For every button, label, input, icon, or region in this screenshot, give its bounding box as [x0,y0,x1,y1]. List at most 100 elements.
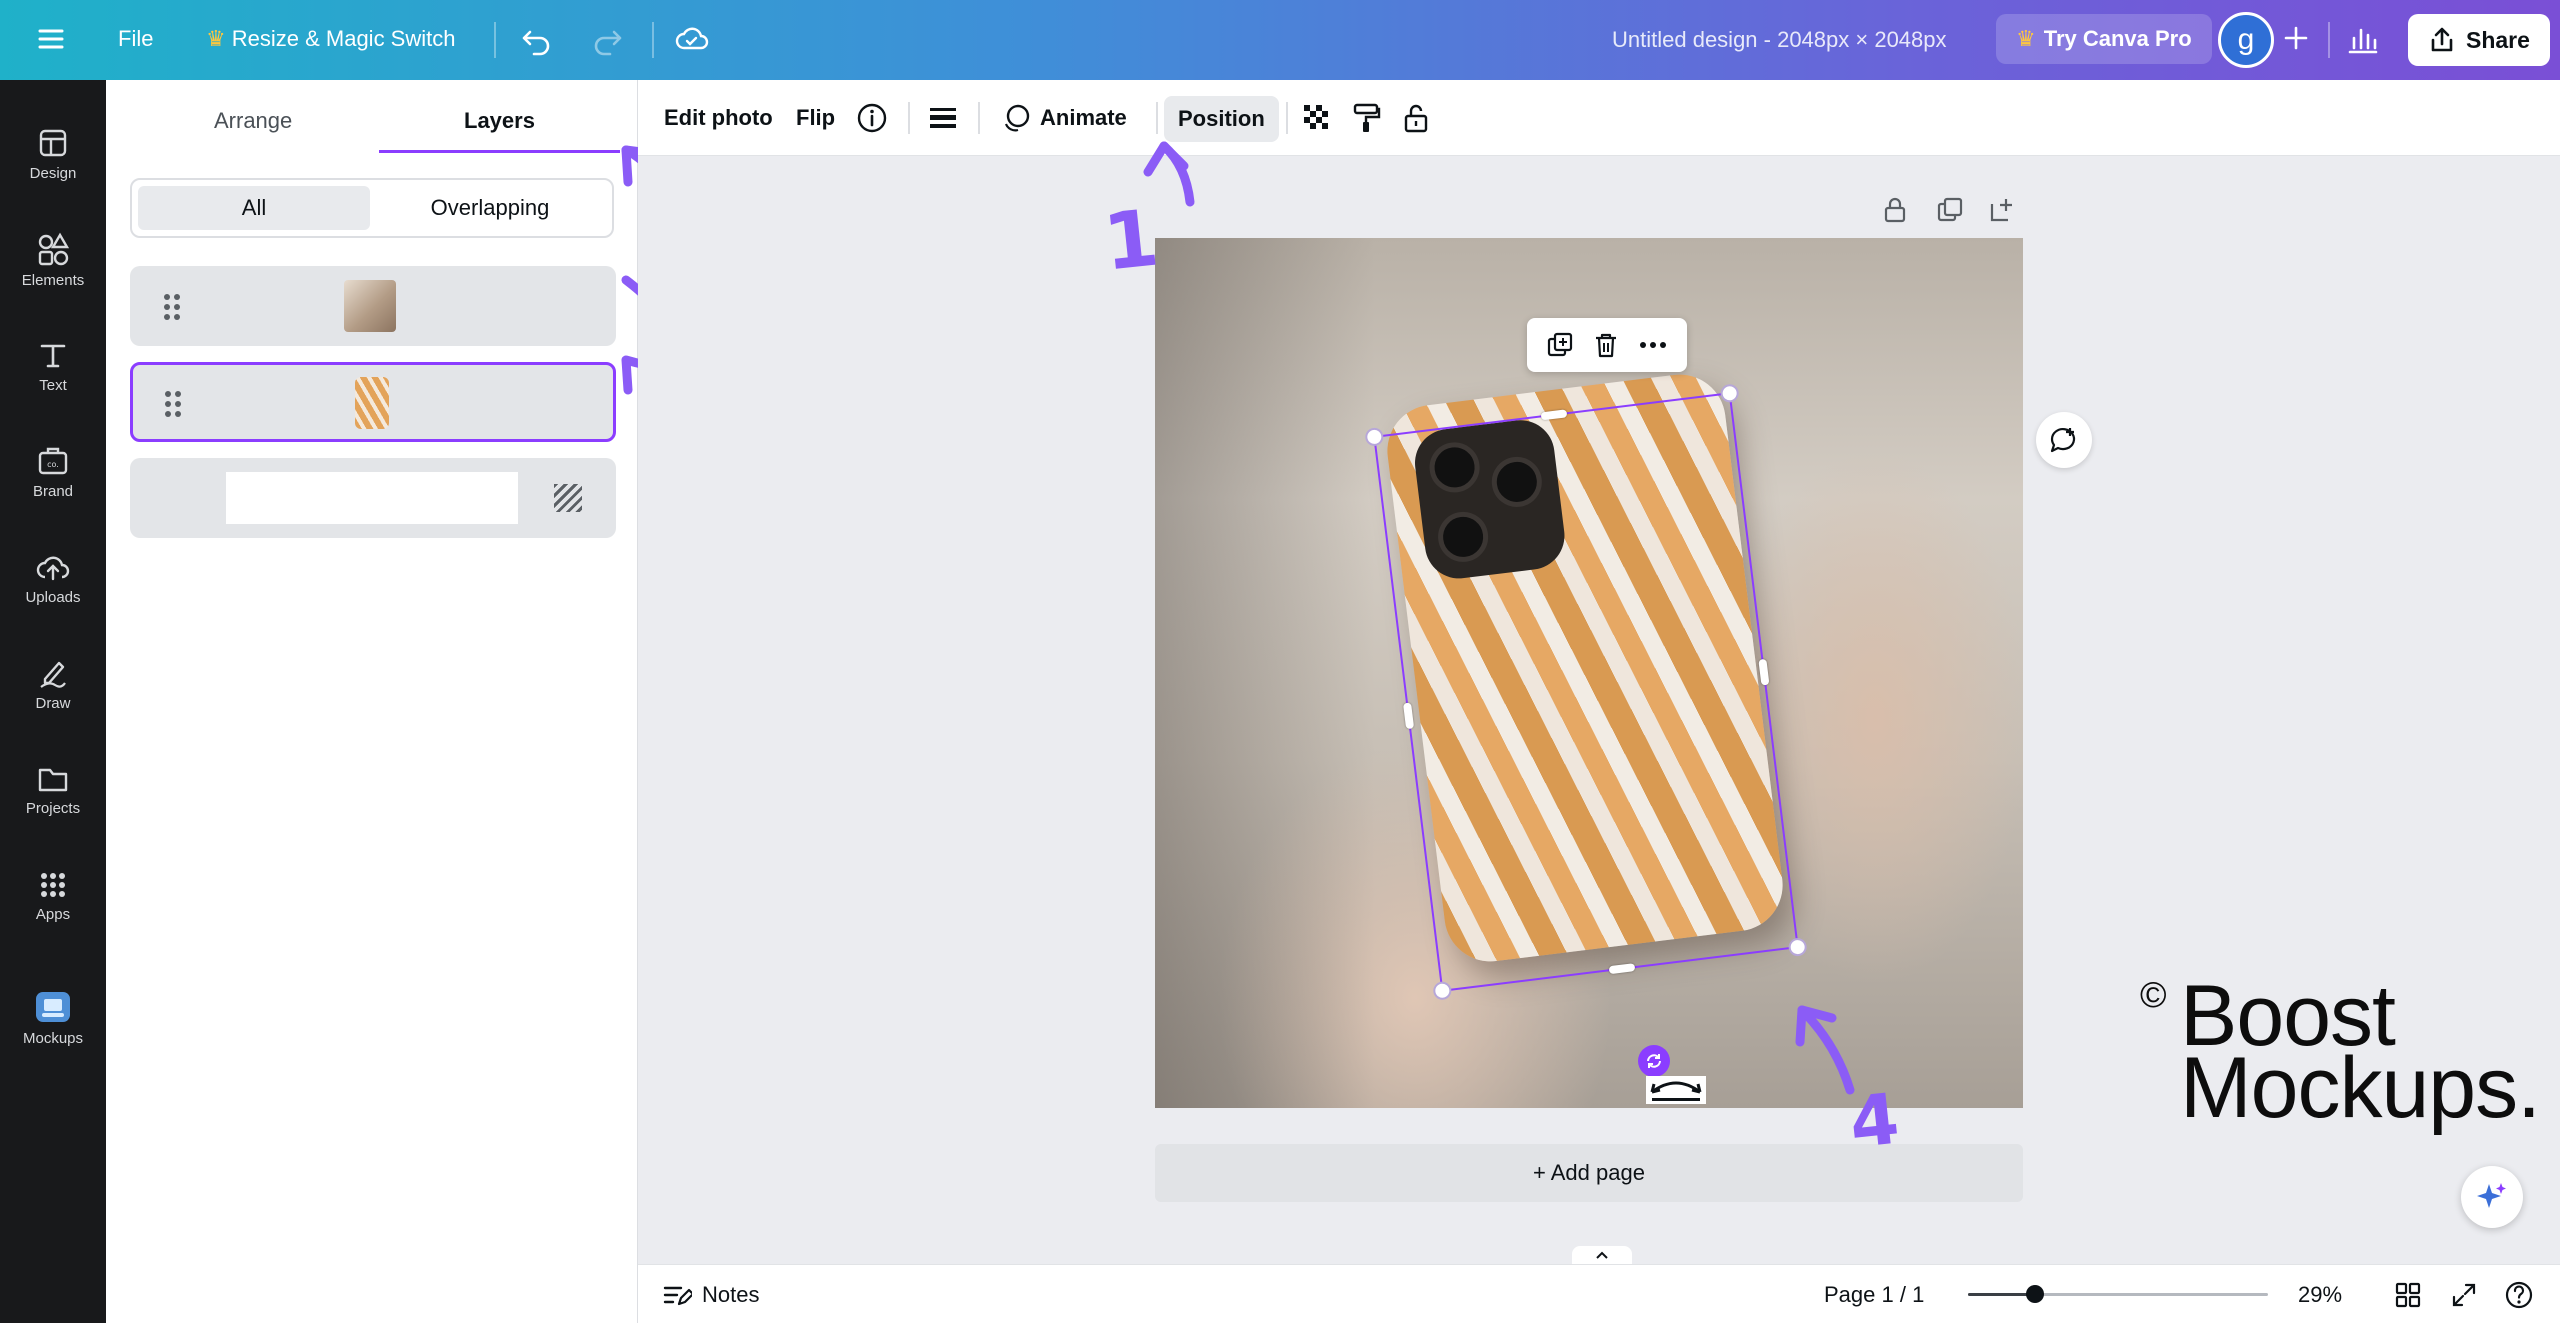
apps-icon [41,872,65,897]
text-icon [40,344,66,367]
draw-icon [40,661,66,688]
more-options-icon[interactable] [1638,340,1668,350]
elements-icon [38,232,70,265]
info-icon[interactable] [856,80,888,156]
rail-item-elements[interactable]: Elements [0,212,106,308]
rail-label: Draw [35,694,71,712]
magic-assistant-button[interactable] [2461,1166,2523,1228]
layer-thumbnail-background [226,472,518,524]
rail-label: Design [29,164,77,182]
crown-icon: ♛ [2016,26,2036,51]
add-collaborator-icon[interactable] [2282,24,2310,52]
layer-thumbnail-case [355,377,389,429]
duplicate-icon[interactable] [1546,331,1574,359]
menu-icon[interactable] [36,24,66,54]
layers-panel: Arrange Layers All Overlapping 2 3 [106,80,772,1323]
rotate-handle[interactable] [1638,1045,1670,1077]
fullscreen-icon[interactable] [2450,1265,2478,1323]
divider [978,102,980,134]
photo-shadow [1155,238,1375,1108]
rail-item-mockups[interactable]: Mockups [0,970,106,1066]
page-lock-icon[interactable] [1882,196,1908,229]
redo-icon[interactable] [590,24,624,56]
animate-label: Animate [1040,105,1127,130]
rail-label: Text [39,376,67,394]
rail-item-uploads[interactable]: Uploads [0,530,106,626]
mockups-icon [36,991,70,1022]
rail-item-draw[interactable]: Draw [0,636,106,732]
share-label: Share [2466,26,2530,53]
rail-item-apps[interactable]: Apps [0,848,106,944]
left-rail: Design Elements Text co. Brand Uploads D… [0,80,106,1323]
zoom-slider-knob[interactable] [2026,1285,2044,1303]
help-icon[interactable] [2504,1265,2534,1323]
rail-item-design[interactable]: Design [0,106,106,202]
rail-label: Uploads [25,588,81,606]
layer-item-background[interactable] [130,458,616,538]
layer-item-photo[interactable] [130,266,616,346]
insights-chart-icon[interactable] [2346,22,2380,56]
copyright-symbol: © [2140,974,2167,1015]
avatar[interactable]: g [2218,12,2274,68]
svg-text:co.: co. [47,460,59,469]
drag-handle-icon[interactable] [162,292,182,322]
filter-all[interactable]: All [138,186,370,230]
rotate-icon [1647,1054,1661,1068]
notes-label: Notes [702,1281,760,1307]
divider [652,22,654,58]
layer-item-phone-case[interactable] [130,362,616,442]
comment-add-icon [2050,428,2076,453]
border-style-icon[interactable] [928,80,958,156]
divider [908,102,910,134]
annotation-number: 1 [1099,193,1163,289]
resize-button[interactable]: ♛ Resize & Magic Switch [206,26,455,52]
notes-icon [663,1286,692,1305]
grid-view-icon[interactable] [2394,1265,2422,1323]
zoom-slider[interactable] [1968,1285,2268,1303]
flip-button[interactable]: Flip [796,80,835,156]
selection-frame[interactable] [1364,383,1808,1001]
move-handle-icon[interactable] [1646,1076,1706,1104]
page-indicator[interactable]: Page 1 / 1 [1824,1265,1924,1323]
animate-icon [1004,104,1030,132]
rail-label: Brand [32,482,74,500]
divider [1156,102,1158,134]
tab-arrange[interactable]: Arrange [214,108,292,134]
divider [1286,102,1288,134]
cloud-saved-icon[interactable] [674,22,710,56]
rail-label: Mockups [22,1029,84,1047]
rail-item-text[interactable]: Text [0,318,106,414]
boost-mockups-watermark: © Boost Mockups. [2140,973,2541,1136]
share-button[interactable]: Share [2408,14,2550,66]
lock-icon[interactable] [1402,80,1430,156]
filter-overlapping[interactable]: Overlapping [374,186,606,230]
tab-layers[interactable]: Layers [464,108,535,134]
undo-icon[interactable] [520,24,554,56]
zoom-level[interactable]: 29% [2298,1265,2342,1323]
trash-icon[interactable] [1593,331,1619,359]
duplicate-page-icon[interactable] [1936,196,1964,229]
rail-item-brand[interactable]: co. Brand [0,424,106,520]
file-menu[interactable]: File [118,26,153,52]
edit-photo-button[interactable]: Edit photo [664,80,773,156]
try-pro-button[interactable]: ♛ Try Canva Pro [1996,14,2212,64]
collapse-pages-toggle[interactable] [1572,1246,1632,1264]
context-toolbar: Edit photo Flip Animate Position [638,80,2560,156]
drag-handle-icon[interactable] [163,389,183,419]
bottom-bar: Notes Page 1 / 1 29% [638,1264,2560,1323]
notes-button[interactable]: Notes [662,1265,759,1323]
rail-label: Apps [35,905,71,923]
rail-item-projects[interactable]: Projects [0,742,106,838]
transparency-icon[interactable] [1302,80,1332,156]
transparency-icon [554,484,582,512]
sparkle-icon [2477,1183,2506,1208]
layer-filter: All Overlapping [130,178,614,238]
uploads-icon [36,556,70,580]
add-comment-button[interactable] [2036,412,2092,468]
add-page-icon[interactable] [1988,196,2016,229]
watermark-line-2: Mockups. [2180,1040,2541,1136]
resize-handle[interactable] [1540,409,1568,421]
paint-roller-icon[interactable] [1352,80,1382,156]
document-title[interactable]: Untitled design - 2048px × 2048px [1612,27,1947,53]
chevron-up-icon [1596,1251,1608,1259]
